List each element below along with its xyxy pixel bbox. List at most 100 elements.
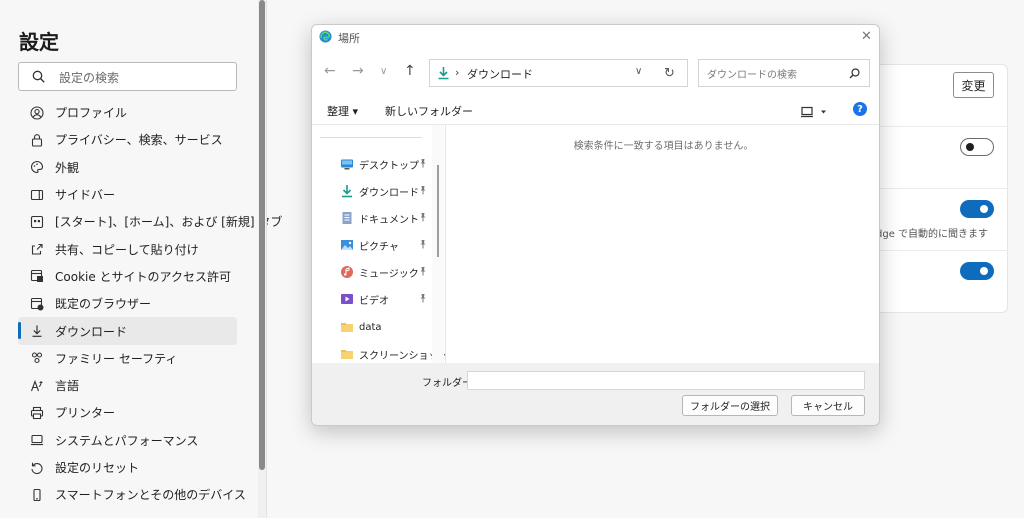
toggle-switch-3[interactable] xyxy=(960,262,994,280)
pictures-icon xyxy=(341,240,353,250)
nav-item-label: システムとパフォーマンス xyxy=(55,433,199,448)
phone-icon xyxy=(29,487,45,503)
video-icon xyxy=(341,294,353,304)
folder-icon xyxy=(341,323,353,332)
nav-item-label: 言語 xyxy=(55,379,80,394)
folder-icon xyxy=(341,350,353,359)
change-location-button[interactable]: 変更 xyxy=(953,72,994,98)
search-icon[interactable] xyxy=(849,68,860,79)
nav-item-profile[interactable]: プロファイル xyxy=(18,99,237,126)
cookie-icon xyxy=(29,268,45,284)
desktop-icon xyxy=(341,159,353,170)
nav-item-downloads[interactable]: ダウンロード xyxy=(18,317,237,345)
settings-title: 設定 xyxy=(19,30,59,54)
nav-pane-scrollbar-thumb[interactable] xyxy=(437,165,439,257)
organize-menu-button[interactable]: 整理 ▾ xyxy=(327,103,358,119)
refresh-icon[interactable]: ↻ xyxy=(664,66,675,81)
appearance-icon xyxy=(29,159,45,175)
nav-item-cookie-permissions[interactable]: Cookie とサイトのアクセス許可 xyxy=(18,263,237,290)
nav-item-label: 共有、コピーして貼り付け xyxy=(55,242,199,257)
pin-icon xyxy=(420,294,426,303)
folder-name-input[interactable] xyxy=(467,371,865,390)
pin-icon xyxy=(420,240,426,249)
toggle-switch-2[interactable] xyxy=(960,200,994,218)
view-options-button[interactable] xyxy=(801,103,827,122)
toggle-switch-1[interactable] xyxy=(960,138,994,156)
address-path[interactable]: ダウンロード xyxy=(467,66,533,82)
nav-pane-label: data xyxy=(359,321,382,333)
nav-item-system-performance[interactable]: システムとパフォーマンス xyxy=(18,427,237,454)
dialog-title: 場所 xyxy=(338,32,360,45)
nav-pane-item-documents[interactable]: ドキュメント xyxy=(340,207,432,229)
nav-pane-item-screenshots-folder[interactable]: スクリーンショット xyxy=(340,343,449,365)
new-folder-button[interactable]: 新しいフォルダー xyxy=(385,103,473,119)
nav-pane-item-downloads[interactable]: ダウンロード xyxy=(340,180,432,202)
nav-pane-label: ダウンロード xyxy=(359,187,419,199)
nav-item-phone-devices[interactable]: スマートフォンとその他のデバイス xyxy=(18,481,246,508)
recent-locations-chevron-icon[interactable]: ∨ xyxy=(380,66,387,77)
folder-picker-dialog: 場所 ✕ ← → ∨ ↑ › ダウンロード ∨ ↻ ダウンロードの検索 整理 ▾… xyxy=(311,24,880,426)
share-icon xyxy=(29,241,45,257)
download-icon xyxy=(342,185,352,198)
file-list-pane[interactable]: 検索条件に一致する項目はありません。 xyxy=(446,125,879,363)
sidebar-scrollbar-thumb[interactable] xyxy=(259,0,265,470)
nav-item-label: プロファイル xyxy=(55,106,128,121)
nav-item-language[interactable]: 言語 xyxy=(18,372,237,399)
up-arrow-icon[interactable]: ↑ xyxy=(404,63,416,79)
empty-results-message: 検索条件に一致する項目はありません。 xyxy=(573,141,754,152)
select-folder-button[interactable]: フォルダーの選択 xyxy=(682,395,778,416)
nav-pane-separator xyxy=(320,137,422,138)
back-arrow-icon[interactable]: ← xyxy=(324,63,336,79)
address-dropdown-chevron-icon[interactable]: ∨ xyxy=(635,66,642,77)
nav-pane-item-videos[interactable]: ビデオ xyxy=(340,288,432,310)
nav-item-sidebar[interactable]: サイドバー xyxy=(18,181,237,208)
address-bar[interactable]: › ダウンロード ∨ xyxy=(429,59,688,87)
nav-item-label: スマートフォンとその他のデバイス xyxy=(55,488,246,503)
help-icon[interactable]: ? xyxy=(853,102,867,116)
settings-search-placeholder: 設定の検索 xyxy=(59,71,120,85)
nav-item-appearance[interactable]: 外観 xyxy=(18,154,237,181)
nav-pane-item-data-folder[interactable]: data xyxy=(340,316,432,338)
nav-item-label: Cookie とサイトのアクセス許可 xyxy=(55,269,231,284)
nav-pane-label: ドキュメント xyxy=(359,214,419,226)
folder-search-box[interactable]: ダウンロードの検索 xyxy=(698,59,870,87)
dialog-close-button[interactable]: ✕ xyxy=(861,29,872,44)
default-browser-icon xyxy=(29,296,45,312)
edge-logo-icon xyxy=(319,30,332,43)
forward-arrow-icon[interactable]: → xyxy=(352,63,364,79)
pin-icon xyxy=(420,267,426,276)
nav-item-label: プリンター xyxy=(55,406,116,421)
nav-item-family-safety[interactable]: ファミリー セーフティ xyxy=(18,345,237,372)
pin-icon xyxy=(420,213,426,222)
nav-item-label: 外観 xyxy=(55,160,80,175)
nav-item-label: ダウンロード xyxy=(55,324,128,339)
nav-item-start-home-newtab[interactable]: [スタート]、[ホーム]、および [新規] タブ xyxy=(18,208,282,235)
nav-pane-label: ビデオ xyxy=(359,295,389,307)
nav-pane-item-pictures[interactable]: ピクチャ xyxy=(340,234,432,256)
cancel-button[interactable]: キャンセル xyxy=(791,395,865,416)
reset-icon xyxy=(29,460,45,476)
nav-item-label: サイドバー xyxy=(55,188,116,203)
nav-item-default-browser[interactable]: 既定のブラウザー xyxy=(18,290,237,317)
nav-pane-label: ピクチャ xyxy=(359,241,399,253)
view-layout-icon xyxy=(801,106,826,118)
settings-search-box[interactable]: 設定の検索 xyxy=(18,62,237,91)
pin-icon xyxy=(420,159,426,168)
language-icon xyxy=(29,378,45,394)
nav-pane-label: デスクトップ xyxy=(359,160,419,172)
download-folder-icon xyxy=(438,67,449,80)
search-icon xyxy=(32,70,45,83)
document-icon xyxy=(342,212,352,224)
nav-pane-item-desktop[interactable]: デスクトップ xyxy=(340,153,432,175)
card-setting-description: dge で自動的に聞きます xyxy=(876,229,989,240)
system-icon xyxy=(29,432,45,448)
nav-item-printers[interactable]: プリンター xyxy=(18,399,237,426)
nav-pane-item-music[interactable]: ミュージック xyxy=(340,261,432,283)
nav-item-reset-settings[interactable]: 設定のリセット xyxy=(18,454,237,481)
printer-icon xyxy=(29,405,45,421)
nav-item-share-copy-paste[interactable]: 共有、コピーして貼り付け xyxy=(18,235,237,262)
sidebar-icon xyxy=(29,187,45,203)
nav-item-privacy[interactable]: プライバシー、検索、サービス xyxy=(18,126,237,153)
download-icon xyxy=(29,323,45,339)
family-icon xyxy=(29,350,45,366)
